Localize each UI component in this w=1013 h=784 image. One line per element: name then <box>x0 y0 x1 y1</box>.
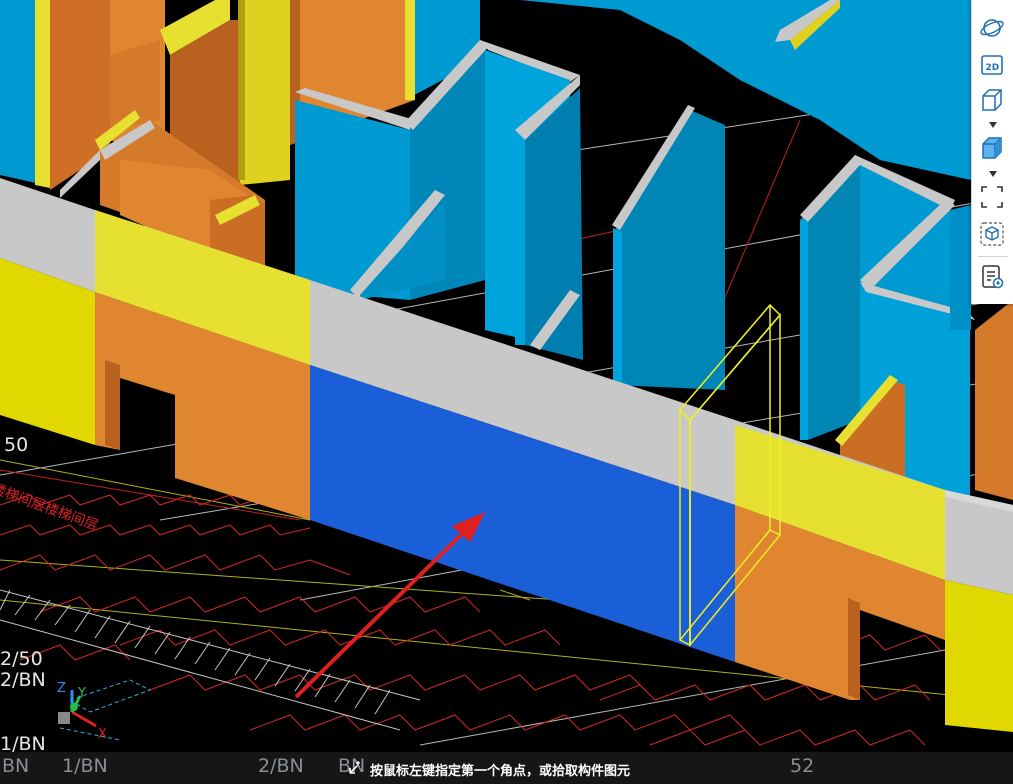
bottom-axis-label: 1/BN <box>62 755 108 777</box>
grid-label-2-50: 2/50 <box>0 648 43 670</box>
axis-y-label: Y <box>77 686 86 701</box>
status-message: 按鼠标左键指定第一个角点，或拾取构件图元 <box>370 764 631 779</box>
zoom-extent-button[interactable] <box>977 183 1007 211</box>
grid-label-50: 50 <box>4 434 29 456</box>
orbit-button[interactable] <box>977 14 1007 42</box>
bottom-axis-label: BN <box>2 755 30 777</box>
grid-label-2-bn: 2/BN <box>0 669 46 691</box>
bottom-axis-label: 2/BN <box>258 755 304 777</box>
crosshair-cursor-icon <box>349 761 360 774</box>
cube-solid-icon <box>982 137 1002 159</box>
view-properties-button[interactable] <box>977 263 1007 291</box>
3d-solid-button[interactable] <box>977 134 1007 162</box>
2d-view-icon: 2D <box>981 55 1003 75</box>
view-toolbar: 2D <box>971 0 1013 304</box>
2d-view-button[interactable]: 2D <box>977 51 1007 79</box>
selection-cube-button[interactable] <box>977 220 1007 248</box>
3d-wireframe-button[interactable] <box>977 86 1007 114</box>
toolbar-divider <box>978 256 1008 257</box>
zoom-extent-icon <box>981 186 1003 208</box>
axis-x-label: X <box>98 727 107 742</box>
document-view-icon <box>982 265 1004 289</box>
orbit-icon <box>980 19 1004 37</box>
cube-wireframe-icon <box>982 89 1002 111</box>
svg-text:2D: 2D <box>986 63 1000 73</box>
chevron-down-icon[interactable] <box>988 170 998 178</box>
chevron-down-icon[interactable] <box>988 121 998 129</box>
axis-z-label: Z <box>57 681 66 696</box>
bottom-axis-label: 52 <box>790 755 815 777</box>
3d-model-viewport[interactable]: Z Y X <box>0 0 1013 784</box>
selection-cube-icon <box>980 222 1004 246</box>
